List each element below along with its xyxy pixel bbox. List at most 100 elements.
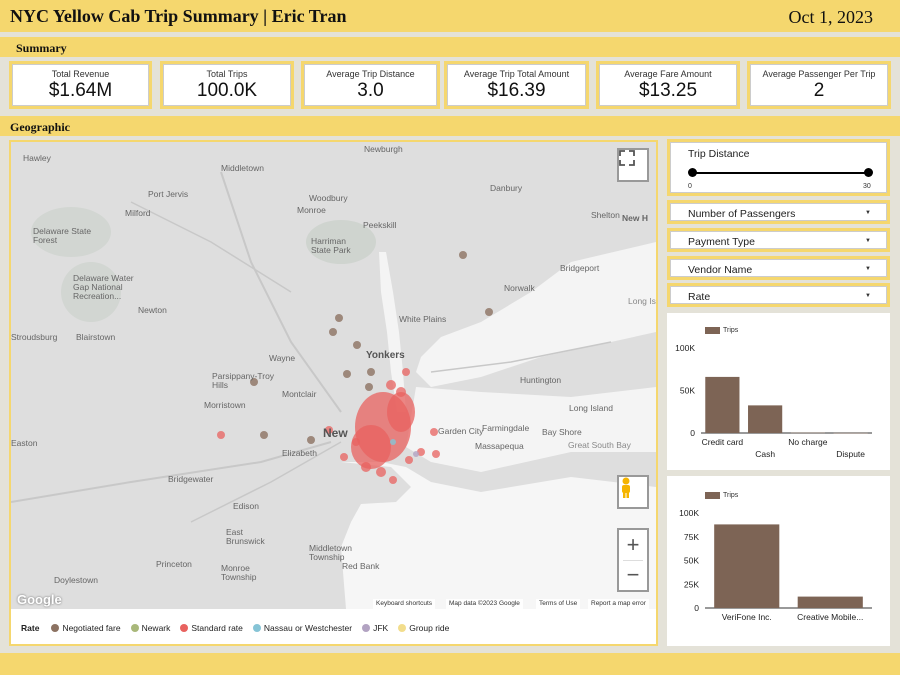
fullscreen-icon [619, 150, 635, 166]
kpi-value: $13.25 [638, 80, 698, 101]
kpi-average-trip-total-amount: Average Trip Total Amount $16.39 [444, 61, 589, 109]
map-place-label: Great South Bay [568, 440, 631, 450]
legend-item-nassau-westchester[interactable]: Nassau or Westchester [252, 623, 352, 633]
bar[interactable] [748, 405, 783, 433]
zoom-in-button[interactable]: + [627, 530, 640, 560]
kpi-label: Average Trip Distance [326, 69, 415, 79]
map-place-label: Middletown Township [309, 543, 352, 562]
legend-item-jfk[interactable]: JFK [362, 623, 388, 633]
map-place-label: Monroe [297, 205, 326, 215]
geographic-section-title: Geographic [10, 120, 70, 134]
kpi-total-revenue: Total Revenue $1.64M [9, 61, 152, 109]
legend-swatch [130, 624, 139, 632]
y-tick-label: 0 [690, 428, 695, 438]
bar[interactable] [797, 596, 863, 608]
map-place-label: Red Bank [342, 561, 380, 571]
map-place-label: Long Island [569, 403, 613, 413]
bar[interactable] [790, 432, 825, 434]
legend-item-negotiated-fare[interactable]: Negotiated fare [51, 623, 121, 633]
slider-min-handle[interactable] [688, 168, 697, 177]
map-place-label: Stroudsburg [11, 332, 58, 342]
kpi-label: Average Trip Total Amount [463, 69, 570, 79]
terms-of-use-link[interactable]: Terms of Use [536, 599, 581, 609]
kpi-label: Average Fare Amount [624, 69, 712, 79]
keyboard-shortcuts-link[interactable]: Keyboard shortcuts [373, 599, 436, 609]
map-place-label: Delaware Water Gap National Recreation..… [73, 273, 134, 301]
summary-section-bar: Summary [0, 37, 900, 57]
legend-label: Standard rate [191, 623, 243, 633]
legend-item-group-ride[interactable]: Group ride [398, 623, 449, 633]
fullscreen-button[interactable] [617, 148, 649, 182]
street-view-button[interactable] [617, 475, 649, 509]
dropdown-label: Payment Type [688, 236, 755, 248]
map-place-label: Wayne [269, 353, 296, 363]
legend-swatch [51, 624, 60, 632]
legend-item-standard-rate[interactable]: Standard rate [180, 623, 243, 633]
map-place-label: Parsippany-Troy Hills [212, 371, 275, 390]
map-place-label: Woodbury [309, 193, 348, 203]
google-logo: Google [17, 592, 62, 607]
trip-map[interactable]: Hawley Middletown Newburgh Danbury Port … [11, 142, 656, 609]
y-tick-label: 25K [684, 579, 699, 589]
x-tick-label: Credit card [702, 437, 744, 447]
legend-title: Rate [21, 623, 40, 633]
map-place-label: Edison [233, 501, 259, 511]
footer-bar [0, 653, 900, 675]
slider-min-value: 0 [688, 183, 692, 190]
map-place-label: Middletown [221, 163, 264, 173]
kpi-total-trips: Total Trips 100.0K [160, 61, 294, 109]
map-place-label: Blairstown [76, 332, 116, 342]
kpi-average-passenger-per-trip: Average Passenger Per Trip 2 [747, 61, 891, 109]
map-place-label: Long Isl [628, 296, 656, 306]
dropdown-label: Vendor Name [688, 264, 753, 276]
rate-dropdown[interactable]: Rate ▼ [667, 283, 890, 307]
kpi-value: $1.64M [48, 80, 113, 101]
bar[interactable] [705, 376, 740, 433]
map-place-label: Doylestown [54, 575, 98, 585]
number-of-passengers-dropdown[interactable]: Number of Passengers ▼ [667, 200, 890, 224]
y-tick-label: 0 [694, 603, 699, 613]
dashboard-header: NYC Yellow Cab Trip Summary | Eric Tran … [0, 0, 900, 32]
pegman-icon [622, 477, 630, 498]
report-map-error-link[interactable]: Report a map error [588, 599, 649, 609]
y-tick-label: 50K [680, 386, 695, 396]
x-tick-label: Dispute [836, 449, 865, 459]
map-place-label: Massapequa [475, 441, 524, 451]
map-place-label: Elizabeth [282, 448, 317, 458]
map-place-label: Easton [11, 438, 38, 448]
map-place-label: Bridgewater [168, 474, 214, 484]
map-place-label: Farmingdale [482, 423, 530, 433]
trip-distance-label: Trip Distance [688, 148, 750, 160]
legend-swatch [180, 624, 189, 632]
bar[interactable] [833, 432, 868, 434]
zoom-out-button[interactable]: − [627, 561, 640, 590]
chevron-down-icon: ▼ [865, 238, 871, 244]
dropdown-label: Number of Passengers [688, 208, 796, 220]
kpi-value: 100.0K [196, 80, 258, 101]
map-place-label: Montclair [282, 389, 317, 399]
trip-distance-filter: Trip Distance 0 30 [667, 139, 890, 196]
bar[interactable] [714, 524, 780, 608]
trip-distance-slider[interactable] [692, 172, 870, 174]
trip-map-card: Hawley Middletown Newburgh Danbury Port … [9, 140, 658, 646]
legend-swatch [252, 624, 261, 632]
vendor-chart: Trips 100K 75K 50K 25K 0 VeriFone Inc. Creativ… [667, 476, 890, 646]
vendor-name-dropdown[interactable]: Vendor Name ▼ [667, 256, 890, 280]
chevron-down-icon: ▼ [865, 266, 871, 272]
payment-type-dropdown[interactable]: Payment Type ▼ [667, 228, 890, 252]
kpi-value: 2 [813, 80, 825, 101]
kpi-label: Total Revenue [51, 69, 110, 79]
legend-item-newark[interactable]: Newark [130, 623, 171, 633]
y-tick-label: 100K [675, 343, 695, 353]
kpi-average-fare-amount: Average Fare Amount $13.25 [596, 61, 740, 109]
chevron-down-icon: ▼ [865, 293, 871, 299]
map-place-label: Shelton [591, 210, 620, 220]
map-place-label: New [323, 426, 348, 440]
map-place-label: Norwalk [504, 283, 535, 293]
slider-max-handle[interactable] [864, 168, 873, 177]
map-place-label: Bridgeport [560, 263, 600, 273]
legend-label: Newark [141, 623, 171, 633]
map-place-label: Newburgh [364, 144, 403, 154]
map-place-label: Bay Shore [542, 427, 582, 437]
zoom-control: + − [617, 528, 649, 592]
